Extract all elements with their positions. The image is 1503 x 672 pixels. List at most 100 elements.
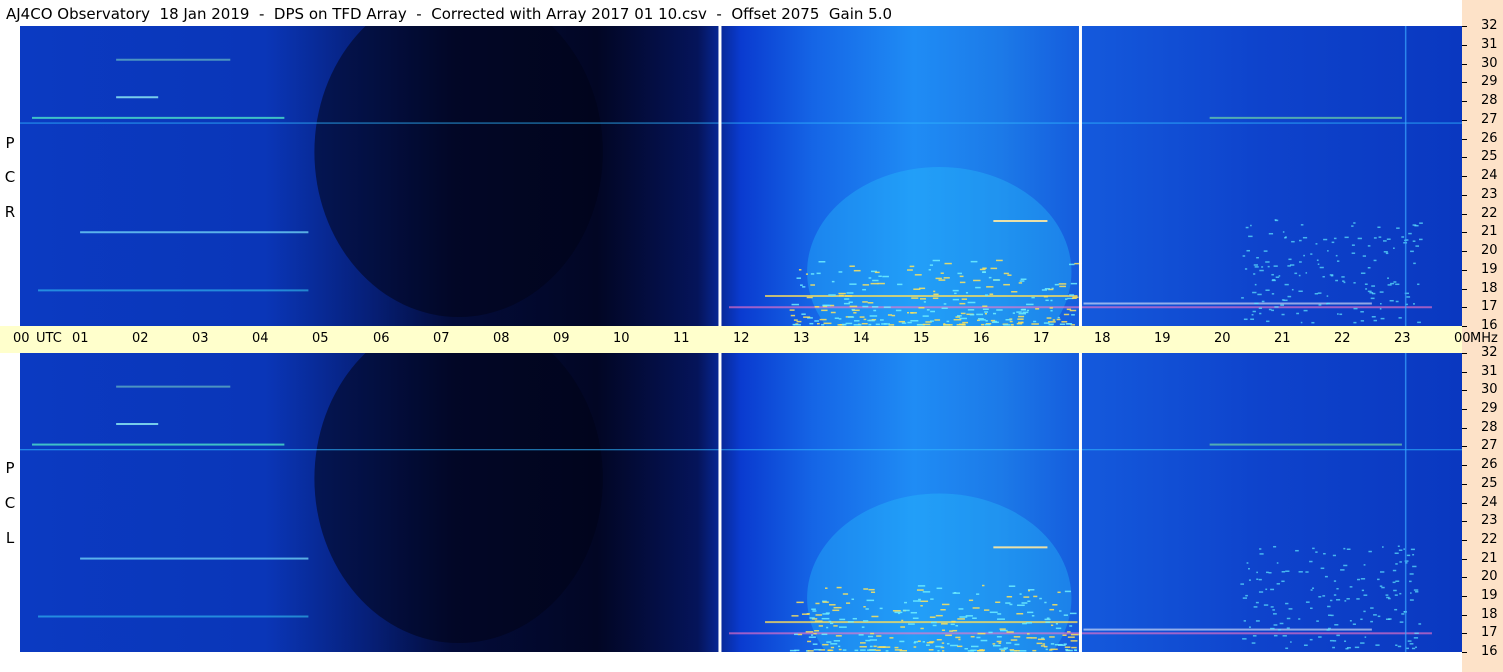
frequency-tick-mark: [1462, 409, 1467, 410]
burst-speckle: [791, 615, 799, 617]
burst-speckle: [1286, 627, 1290, 629]
burst-speckle: [1327, 605, 1331, 608]
time-marker-line: [1078, 26, 1082, 326]
burst-speckle: [1245, 226, 1249, 229]
frequency-tick-mark: [1462, 428, 1467, 429]
burst-speckle: [1271, 273, 1274, 276]
burst-speckle: [1335, 254, 1338, 257]
burst-speckle: [969, 313, 975, 316]
burst-speckle: [805, 631, 814, 633]
utc-hour-label: 16: [973, 331, 990, 346]
burst-speckle: [1377, 578, 1380, 581]
burst-speckle: [929, 616, 936, 618]
burst-speckle: [1073, 649, 1077, 651]
burst-speckle: [859, 642, 866, 644]
frequency-tick-label: 21: [1481, 224, 1498, 239]
burst-speckle: [1329, 639, 1334, 642]
burst-speckle: [1069, 263, 1075, 266]
burst-speckle: [1399, 561, 1402, 563]
burst-speckle: [1413, 637, 1419, 639]
burst-speckle: [1057, 591, 1061, 594]
burst-speckle: [1027, 600, 1031, 603]
burst-speckle: [819, 318, 827, 321]
burst-speckle: [1385, 252, 1389, 255]
burst-speckle: [1021, 602, 1028, 604]
burst-speckle: [829, 622, 834, 625]
burst-speckle: [877, 282, 885, 285]
burst-speckle: [1259, 269, 1264, 272]
burst-speckle: [867, 649, 875, 651]
burst-speckle: [1410, 250, 1414, 253]
burst-speckle: [1398, 549, 1403, 551]
burst-speckle: [930, 310, 936, 313]
burst-speckle: [1401, 236, 1405, 238]
burst-speckle: [940, 608, 946, 611]
burst-speckle: [1305, 272, 1308, 274]
burst-speckle: [815, 602, 820, 605]
burst-speckle: [959, 302, 966, 305]
burst-speckle: [1344, 236, 1349, 239]
utc-hour-label: 01: [72, 331, 89, 346]
burst-speckle: [1063, 614, 1068, 616]
burst-speckle: [883, 323, 891, 325]
burst-speckle: [982, 305, 988, 308]
burst-speckle: [958, 608, 964, 610]
burst-speckle: [971, 645, 979, 648]
burst-speckle: [1055, 627, 1062, 630]
burst-speckle: [868, 588, 875, 591]
burst-speckle: [1363, 594, 1368, 596]
burst-speckle: [1018, 650, 1027, 652]
burst-speckle: [1246, 562, 1249, 564]
burst-speckle: [977, 649, 984, 652]
burst-speckle: [1322, 275, 1325, 278]
frequency-tick-label: 28: [1481, 93, 1498, 108]
burst-speckle: [1044, 618, 1051, 621]
burst-speckle: [1360, 320, 1365, 322]
burst-speckle: [950, 644, 958, 647]
burst-speckle: [1327, 302, 1330, 305]
burst-speckle: [1333, 237, 1337, 240]
burst-speckle: [1412, 553, 1415, 556]
burst-speckle: [1300, 321, 1303, 324]
lcp-spectrogram-plot: [20, 353, 1462, 652]
burst-speckle: [833, 606, 842, 609]
burst-speckle: [1370, 620, 1373, 623]
burst-speckle: [1302, 236, 1308, 239]
burst-speckle: [1010, 639, 1018, 641]
burst-speckle: [1063, 313, 1070, 316]
burst-speckle: [849, 305, 858, 308]
burst-speckle: [1378, 236, 1382, 238]
burst-speckle: [1343, 547, 1346, 550]
burst-speckle: [1032, 649, 1037, 652]
frequency-tick-label: 30: [1481, 382, 1498, 397]
burst-speckle: [975, 286, 981, 289]
burst-speckle: [953, 318, 962, 321]
burst-speckle: [843, 302, 850, 305]
burst-speckle: [1334, 624, 1339, 626]
burst-speckle: [1314, 292, 1319, 295]
burst-speckle: [1351, 244, 1355, 246]
burst-speckle: [1395, 644, 1398, 646]
frequency-tick-label: 19: [1481, 588, 1498, 603]
burst-speckle: [862, 301, 868, 303]
burst-speckle: [996, 640, 1002, 643]
burst-speckle: [1268, 232, 1274, 235]
burst-speckle: [996, 259, 1003, 262]
burst-speckle: [1360, 578, 1366, 580]
burst-speckle: [1362, 255, 1367, 257]
frequency-tick-mark: [1462, 521, 1467, 522]
burst-speckle: [920, 600, 929, 603]
burst-speckle: [976, 593, 980, 595]
utc-hour-label: 06: [373, 331, 390, 346]
burst-speckle: [907, 311, 910, 314]
burst-speckle: [1298, 618, 1301, 620]
burst-speckle: [1064, 646, 1071, 648]
burst-speckle: [1049, 307, 1053, 309]
burst-speckle: [809, 322, 814, 325]
time-marker-line: [718, 26, 722, 326]
burst-speckle: [1276, 583, 1280, 585]
burst-speckle: [907, 269, 913, 271]
burst-speckle: [801, 313, 806, 315]
burst-speckle: [1256, 571, 1258, 574]
burst-speckle: [1017, 604, 1025, 607]
